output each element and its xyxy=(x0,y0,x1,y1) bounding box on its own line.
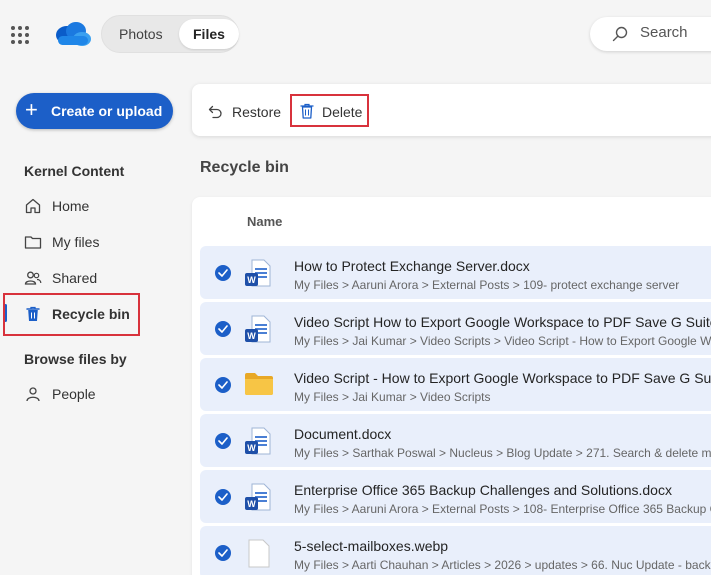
tab-photos[interactable]: Photos xyxy=(105,19,177,49)
folder-icon xyxy=(24,236,42,249)
sidebar-item-label: Home xyxy=(52,198,90,214)
search-box[interactable]: Search xyxy=(590,17,711,51)
svg-text:W: W xyxy=(247,331,256,341)
file-name[interactable]: Video Script How to Export Google Worksp… xyxy=(294,314,711,330)
top-bar: Photos Files Search xyxy=(0,0,711,70)
table-row[interactable]: W Video Script How to Export Google Works… xyxy=(200,302,711,355)
onedrive-logo-icon[interactable] xyxy=(52,20,92,53)
file-type-icon: W xyxy=(244,315,272,350)
selected-checkmark-icon[interactable] xyxy=(215,377,231,393)
table-row[interactable]: W How to Protect Exchange Server.docx My F… xyxy=(200,246,711,299)
restore-label: Restore xyxy=(232,104,282,120)
file-name[interactable]: 5-select-mailboxes.webp xyxy=(294,538,448,554)
file-type-icon: W xyxy=(244,427,272,462)
word-document-icon: W xyxy=(245,259,271,287)
undo-icon xyxy=(208,105,222,119)
search-icon xyxy=(612,26,628,42)
word-document-icon: W xyxy=(245,427,271,455)
file-name[interactable]: Enterprise Office 365 Backup Challenges … xyxy=(294,482,672,498)
file-type-icon: W xyxy=(244,483,272,518)
sidebar-item-label: People xyxy=(52,386,96,402)
people-icon xyxy=(24,271,42,285)
selected-checkmark-icon[interactable] xyxy=(215,489,231,505)
selected-checkmark-icon[interactable] xyxy=(215,321,231,337)
word-document-icon: W xyxy=(245,483,271,511)
file-path: My Files > Aaruni Arora > External Posts… xyxy=(294,278,680,292)
word-document-icon: W xyxy=(245,315,271,343)
selected-checkmark-icon[interactable] xyxy=(215,433,231,449)
search-placeholder[interactable]: Search xyxy=(640,24,688,41)
file-type-icon: W xyxy=(244,259,272,294)
home-icon xyxy=(25,198,41,214)
file-list: Name W How to Protect Exchange Server.doc… xyxy=(192,197,711,575)
command-bar: Restore Delete xyxy=(192,84,711,136)
file-name[interactable]: Document.docx xyxy=(294,426,391,442)
selected-checkmark-icon[interactable] xyxy=(215,545,231,561)
sidebar-section-title: Kernel Content xyxy=(24,163,125,179)
app-launcher-icon[interactable] xyxy=(11,26,29,44)
sidebar-item-shared[interactable]: Shared xyxy=(22,263,182,293)
table-row[interactable]: 5-select-mailboxes.webp My Files > Aarti … xyxy=(200,526,711,575)
page-title: Recycle bin xyxy=(200,159,289,176)
sidebar-item-my-files[interactable]: My files xyxy=(22,227,182,257)
file-path: My Files > Sarthak Poswal > Nucleus > Bl… xyxy=(294,446,711,460)
sidebar-item-home[interactable]: Home xyxy=(22,191,182,221)
file-type-icon xyxy=(244,371,274,402)
table-row[interactable]: W Document.docx My Files > Sarthak Poswal … xyxy=(200,414,711,467)
svg-text:W: W xyxy=(247,443,256,453)
file-path: My Files > Jai Kumar > Video Scripts > V… xyxy=(294,334,711,348)
image-file-icon xyxy=(248,539,270,568)
selected-checkmark-icon[interactable] xyxy=(215,265,231,281)
browse-section-title: Browse files by xyxy=(24,351,127,367)
column-header-name[interactable]: Name xyxy=(247,214,282,229)
table-row[interactable]: W Enterprise Office 365 Backup Challenges… xyxy=(200,470,711,523)
file-path: My Files > Aarti Chauhan > Articles > 20… xyxy=(294,558,711,572)
plus-icon: + xyxy=(25,97,38,122)
create-or-upload-label: Create or upload xyxy=(51,103,163,119)
svg-text:W: W xyxy=(247,499,256,509)
file-name[interactable]: Video Script - How to Export Google Work… xyxy=(294,370,711,386)
sidebar-item-people[interactable]: People xyxy=(22,379,182,409)
sidebar-item-label: My files xyxy=(52,234,100,250)
view-switcher: Photos Files xyxy=(101,15,239,53)
highlight-box-delete xyxy=(290,94,369,127)
folder-icon xyxy=(245,373,273,395)
svg-text:W: W xyxy=(247,275,256,285)
file-path: My Files > Jai Kumar > Video Scripts xyxy=(294,390,491,404)
highlight-box-recycle-bin xyxy=(3,293,140,336)
sidebar-item-label: Shared xyxy=(52,270,98,286)
file-path: My Files > Aaruni Arora > External Posts… xyxy=(294,502,711,516)
create-or-upload-button[interactable]: + Create or upload xyxy=(16,93,173,129)
file-name[interactable]: How to Protect Exchange Server.docx xyxy=(294,258,530,274)
tab-files[interactable]: Files xyxy=(179,19,239,49)
person-icon xyxy=(26,387,40,402)
table-row[interactable]: Video Script - How to Export Google Work… xyxy=(200,358,711,411)
file-type-icon xyxy=(244,539,272,574)
